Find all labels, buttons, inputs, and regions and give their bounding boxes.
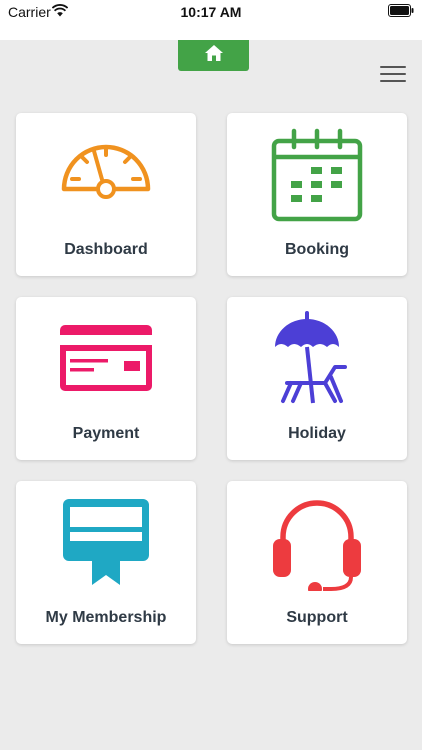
hamburger-menu-icon[interactable] (380, 66, 406, 82)
booking-tile[interactable]: Booking (227, 113, 407, 276)
my-membership-tile[interactable]: My Membership (16, 481, 196, 644)
battery-icon (388, 4, 414, 20)
membership-card-icon (16, 495, 196, 591)
credit-card-icon (16, 311, 196, 407)
tile-label: Support (286, 609, 348, 626)
home-button[interactable] (178, 40, 249, 71)
speedometer-icon (16, 127, 196, 223)
headset-icon (227, 495, 407, 591)
dashboard-tile[interactable]: Dashboard (16, 113, 196, 276)
status-bar: Carrier 10:17 AM (0, 0, 422, 40)
support-tile[interactable]: Support (227, 481, 407, 644)
calendar-icon (227, 127, 407, 223)
payment-tile[interactable]: Payment (16, 297, 196, 460)
holiday-tile[interactable]: Holiday (227, 297, 407, 460)
tile-label: Booking (285, 241, 349, 258)
status-time: 10:17 AM (180, 4, 242, 20)
home-icon (204, 44, 224, 67)
tile-label: My Membership (45, 609, 167, 626)
tile-label: Holiday (288, 425, 346, 442)
tile-label: Payment (72, 425, 140, 442)
beach-umbrella-icon (227, 311, 407, 407)
tile-label: Dashboard (64, 241, 148, 258)
